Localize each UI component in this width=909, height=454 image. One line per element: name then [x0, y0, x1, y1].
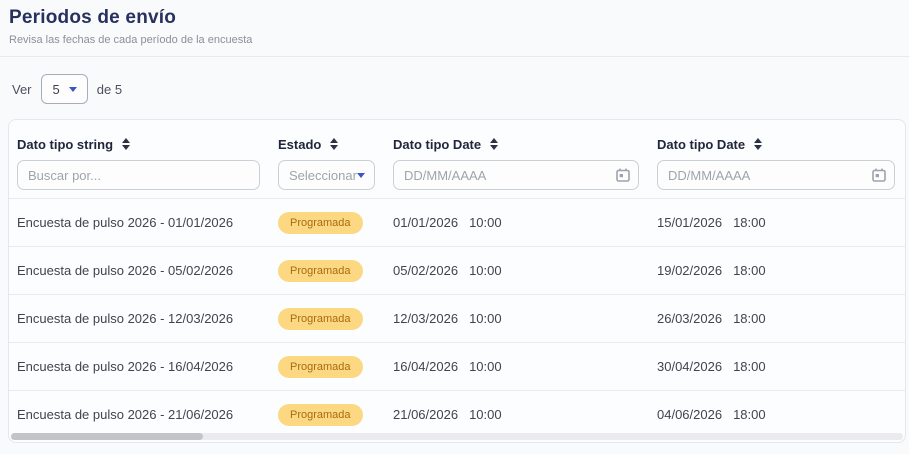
- start-time: 10:00: [469, 263, 502, 278]
- end-time: 18:00: [733, 311, 766, 326]
- status-filter-placeholder: Seleccionar: [289, 168, 357, 183]
- table-row[interactable]: Encuesta de pulso 2026 - 16/04/2026 Prog…: [9, 342, 905, 390]
- page-size-select[interactable]: 5: [41, 74, 88, 104]
- horizontal-scrollbar[interactable]: [11, 433, 903, 440]
- start-time: 10:00: [469, 407, 502, 422]
- sort-arrows-icon[interactable]: [754, 138, 762, 150]
- period-name: Encuesta de pulso 2026 - 21/06/2026: [9, 407, 270, 422]
- table-row[interactable]: Encuesta de pulso 2026 - 01/01/2026 Prog…: [9, 198, 905, 246]
- end-date: 26/03/2026: [657, 311, 722, 326]
- column-header-date-start[interactable]: Dato tipo Date: [385, 137, 649, 152]
- column-header-estado[interactable]: Estado: [270, 137, 385, 152]
- page-size-prefix-label: Ver: [12, 82, 32, 97]
- end-date: 19/02/2026: [657, 263, 722, 278]
- period-name: Encuesta de pulso 2026 - 16/04/2026: [9, 359, 270, 374]
- period-name: Encuesta de pulso 2026 - 12/03/2026: [9, 311, 270, 326]
- chevron-down-icon: [69, 87, 77, 92]
- page-title: Periodos de envío: [9, 7, 899, 29]
- status-badge: Programada: [278, 212, 363, 234]
- sort-arrows-icon[interactable]: [490, 138, 498, 150]
- sort-arrows-icon[interactable]: [122, 138, 130, 150]
- column-header-label: Dato tipo string: [17, 137, 113, 152]
- end-date: 15/01/2026: [657, 215, 722, 230]
- end-time: 18:00: [733, 263, 766, 278]
- page-size-suffix-label: de 5: [97, 82, 122, 97]
- end-time: 18:00: [733, 215, 766, 230]
- search-input[interactable]: [17, 160, 260, 190]
- status-filter-select[interactable]: Seleccionar: [278, 160, 375, 190]
- start-date: 05/02/2026: [393, 263, 458, 278]
- status-badge: Programada: [278, 404, 363, 426]
- start-time: 10:00: [469, 311, 502, 326]
- end-time: 18:00: [733, 359, 766, 374]
- end-date: 04/06/2026: [657, 407, 722, 422]
- page-size-value: 5: [53, 82, 60, 97]
- column-header-label: Dato tipo Date: [393, 137, 481, 152]
- header-divider: [0, 56, 909, 57]
- end-time: 18:00: [733, 407, 766, 422]
- table-row[interactable]: Encuesta de pulso 2026 - 21/06/2026 Prog…: [9, 390, 905, 438]
- period-name: Encuesta de pulso 2026 - 05/02/2026: [9, 263, 270, 278]
- sort-arrows-icon[interactable]: [330, 138, 338, 150]
- status-badge: Programada: [278, 260, 363, 282]
- start-date: 01/01/2026: [393, 215, 458, 230]
- start-date-filter-input[interactable]: [393, 160, 639, 190]
- horizontal-scrollbar-thumb[interactable]: [11, 433, 203, 440]
- page-subtitle: Revisa las fechas de cada período de la …: [9, 34, 899, 46]
- column-header-date-end[interactable]: Dato tipo Date: [649, 137, 905, 152]
- start-time: 10:00: [469, 359, 502, 374]
- column-header-string[interactable]: Dato tipo string: [9, 137, 270, 152]
- page-size-control: Ver 5 de 5: [12, 74, 909, 104]
- status-badge: Programada: [278, 308, 363, 330]
- end-date: 30/04/2026: [657, 359, 722, 374]
- table-row[interactable]: Encuesta de pulso 2026 - 05/02/2026 Prog…: [9, 246, 905, 294]
- start-date: 16/04/2026: [393, 359, 458, 374]
- end-date-filter-input[interactable]: [657, 160, 895, 190]
- column-header-label: Estado: [278, 137, 321, 152]
- table-row[interactable]: Encuesta de pulso 2026 - 12/03/2026 Prog…: [9, 294, 905, 342]
- periods-table: Dato tipo string Estado Dato tipo Date D…: [8, 119, 906, 443]
- column-header-label: Dato tipo Date: [657, 137, 745, 152]
- start-date: 12/03/2026: [393, 311, 458, 326]
- table-header-row: Dato tipo string Estado Dato tipo Date D…: [9, 120, 905, 156]
- start-date: 21/06/2026: [393, 407, 458, 422]
- status-badge: Programada: [278, 356, 363, 378]
- chevron-down-icon: [357, 173, 365, 178]
- page-header: Periodos de envío Revisa las fechas de c…: [0, 0, 909, 46]
- period-name: Encuesta de pulso 2026 - 01/01/2026: [9, 215, 270, 230]
- start-time: 10:00: [469, 215, 502, 230]
- table-filter-row: Seleccionar: [9, 156, 905, 198]
